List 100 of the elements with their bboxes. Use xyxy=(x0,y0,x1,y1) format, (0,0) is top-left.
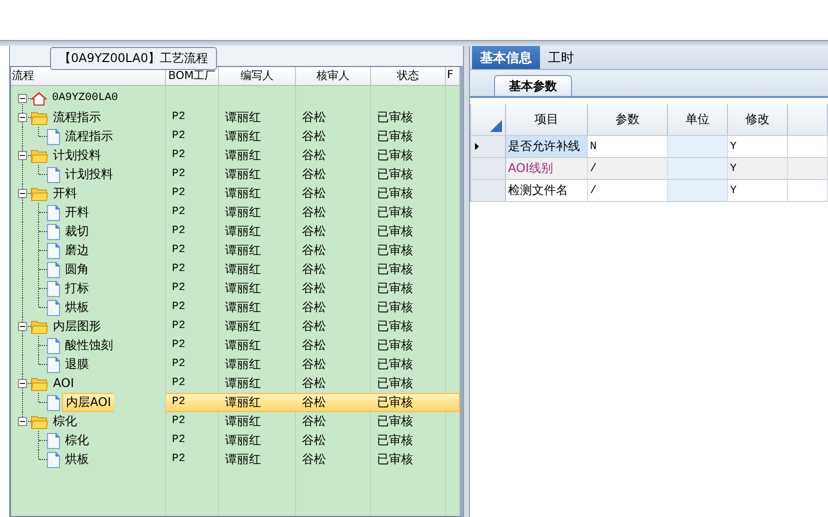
reviewer-cell-text: 谷松 xyxy=(301,318,327,335)
tree-node-label[interactable]: 计划投料 xyxy=(62,166,116,183)
tree-node-label[interactable]: 计划投料 xyxy=(50,147,104,164)
tree-node-label[interactable]: 圆角 xyxy=(62,261,92,278)
tree-row[interactable]: AOI P2 谭丽红 谷松 已审核 xyxy=(11,374,460,393)
tree-node-label[interactable]: 烘板 xyxy=(62,451,92,468)
tree-row[interactable]: 磨边 P2 谭丽红 谷松 已审核 xyxy=(11,241,460,260)
expander-icon[interactable] xyxy=(18,379,27,388)
bom-cell-text: P2 xyxy=(171,300,186,315)
corner-icon[interactable] xyxy=(490,120,502,132)
modify-cell[interactable]: Y xyxy=(728,136,788,157)
tree-node-label[interactable]: 内层图形 xyxy=(50,318,104,335)
param-name-cell[interactable]: AOI线别 xyxy=(506,158,588,179)
tree-row[interactable]: 烘板 P2 谭丽红 谷松 已审核 xyxy=(11,450,460,469)
param-value-cell[interactable]: N xyxy=(588,136,668,157)
tree-row[interactable]: 退膜 P2 谭丽红 谷松 已审核 xyxy=(11,355,460,374)
tree-node-label[interactable]: 内层AOI xyxy=(62,393,114,412)
unit-cell[interactable] xyxy=(668,136,728,157)
tree-node-label[interactable]: AOI xyxy=(50,375,77,392)
param-name-cell[interactable]: 是否允许补线 xyxy=(506,136,588,157)
column-header[interactable]: 参数 xyxy=(588,104,668,135)
tree-node-label[interactable]: 裁切 xyxy=(62,223,92,240)
bom-cell-text: P2 xyxy=(171,319,186,334)
writer-cell-text: 谭丽红 xyxy=(224,109,262,126)
tree-node-label[interactable]: 打标 xyxy=(62,280,92,297)
reviewer-cell-text: 谷松 xyxy=(301,185,327,202)
status-cell-text: 已审核 xyxy=(376,451,414,468)
expander-icon[interactable] xyxy=(18,189,27,198)
tree-node-label[interactable]: 烘板 xyxy=(62,299,92,316)
bom-cell-text: P2 xyxy=(171,205,186,220)
param-name-cell[interactable]: 检测文件名 xyxy=(506,180,588,201)
selected-tree-row[interactable]: 内层AOI P2 谭丽红 谷松 已审核 xyxy=(11,393,460,412)
column-header[interactable]: F xyxy=(446,67,460,85)
tree-node-label[interactable]: 棕化 xyxy=(50,413,80,430)
unit-cell[interactable] xyxy=(668,180,728,201)
bom-cell: P2 xyxy=(166,393,219,412)
bom-cell-text: P2 xyxy=(171,167,186,182)
param-value-cell[interactable]: / xyxy=(588,158,668,179)
header-cell xyxy=(788,104,828,135)
tab[interactable]: 工时 xyxy=(540,46,582,69)
tree-node-label[interactable]: 开料 xyxy=(50,185,80,202)
modify-cell[interactable]: Y xyxy=(728,158,788,179)
status-cell-text: 已审核 xyxy=(376,318,414,335)
tree-node-label[interactable]: 磨边 xyxy=(62,242,92,259)
column-header[interactable]: 单位 xyxy=(668,104,728,135)
column-header[interactable]: 项目 xyxy=(506,104,588,135)
reviewer-cell-text: 谷松 xyxy=(301,147,327,164)
file-icon xyxy=(47,300,60,316)
bom-cell-text: P2 xyxy=(171,376,186,391)
tree-row[interactable]: 开料 P2 谭丽红 谷松 已审核 xyxy=(11,203,460,222)
status-cell-text: 已审核 xyxy=(376,375,414,392)
tree-row[interactable]: 0A9YZ00LA0 xyxy=(11,89,460,108)
writer-cell-text: 谭丽红 xyxy=(224,128,262,145)
file-icon xyxy=(47,452,60,468)
reviewer-cell-text: 谷松 xyxy=(301,337,327,354)
expander-icon[interactable] xyxy=(18,94,27,103)
status-cell-text: 已审核 xyxy=(376,242,414,259)
bom-cell-text: P2 xyxy=(171,433,186,448)
tree-node-label[interactable]: 流程指示 xyxy=(50,109,104,126)
column-header[interactable]: 核审人 xyxy=(296,67,371,85)
param-value-cell[interactable]: / xyxy=(588,180,668,201)
tree-row[interactable]: 烘板 P2 谭丽红 谷松 已审核 xyxy=(11,298,460,317)
tree-row[interactable]: 圆角 P2 谭丽红 谷松 已审核 xyxy=(11,260,460,279)
tree-row[interactable]: 计划投料 P2 谭丽红 谷松 已审核 xyxy=(11,165,460,184)
tree-row[interactable]: 开料 P2 谭丽红 谷松 已审核 xyxy=(11,184,460,203)
column-header[interactable]: 编写人 xyxy=(219,67,296,85)
tree-row[interactable]: 裁切 P2 谭丽红 谷松 已审核 xyxy=(11,222,460,241)
tab[interactable]: 基本信息 xyxy=(472,46,540,69)
column-header[interactable]: 流程 xyxy=(11,67,166,85)
expander-icon[interactable] xyxy=(18,151,27,160)
tree-row[interactable]: 计划投料 P2 谭丽红 谷松 已审核 xyxy=(11,146,460,165)
reviewer-cell-text: 谷松 xyxy=(301,451,327,468)
tree-row[interactable]: 流程指示 P2 谭丽红 谷松 已审核 xyxy=(11,108,460,127)
tree-row[interactable]: 棕化 P2 谭丽红 谷松 已审核 xyxy=(11,412,460,431)
tree-row[interactable]: 流程指示 P2 谭丽红 谷松 已审核 xyxy=(11,127,460,146)
tree-row[interactable]: 酸性蚀刻 P2 谭丽红 谷松 已审核 xyxy=(11,336,460,355)
expander-icon[interactable] xyxy=(18,322,27,331)
status-cell-text: 已审核 xyxy=(376,280,414,297)
expander-icon[interactable] xyxy=(18,113,27,122)
unit-cell[interactable] xyxy=(668,158,728,179)
column-header[interactable]: BOM工厂 xyxy=(166,67,219,85)
expander-icon[interactable] xyxy=(18,417,27,426)
reviewer-cell-text: 谷松 xyxy=(301,299,327,316)
column-header[interactable]: 状态 xyxy=(371,67,446,85)
tree-row[interactable]: 棕化 P2 谭丽红 谷松 已审核 xyxy=(11,431,460,450)
tree-node-label[interactable]: 酸性蚀刻 xyxy=(62,337,116,354)
column-header[interactable]: 修改 xyxy=(728,104,788,135)
tree-node-label[interactable]: 0A9YZ00LA0 xyxy=(49,90,122,107)
tree-row[interactable]: 打标 P2 谭丽红 谷松 已审核 xyxy=(11,279,460,298)
writer-cell-text: 谭丽红 xyxy=(224,375,262,392)
tree-node-label[interactable]: 退膜 xyxy=(62,356,92,373)
file-icon xyxy=(47,224,60,240)
tree-node-label[interactable]: 棕化 xyxy=(62,432,92,449)
modify-cell[interactable]: Y xyxy=(728,180,788,201)
tree-node-label[interactable]: 开料 xyxy=(62,204,92,221)
reviewer-cell-text: 谷松 xyxy=(301,223,327,240)
tree-node-label[interactable]: 流程指示 xyxy=(62,128,116,145)
status-cell-text: 已审核 xyxy=(376,356,414,373)
tree-row[interactable]: 内层图形 P2 谭丽红 谷松 已审核 xyxy=(11,317,460,336)
sub-tab[interactable]: 基本参数 xyxy=(494,75,572,96)
